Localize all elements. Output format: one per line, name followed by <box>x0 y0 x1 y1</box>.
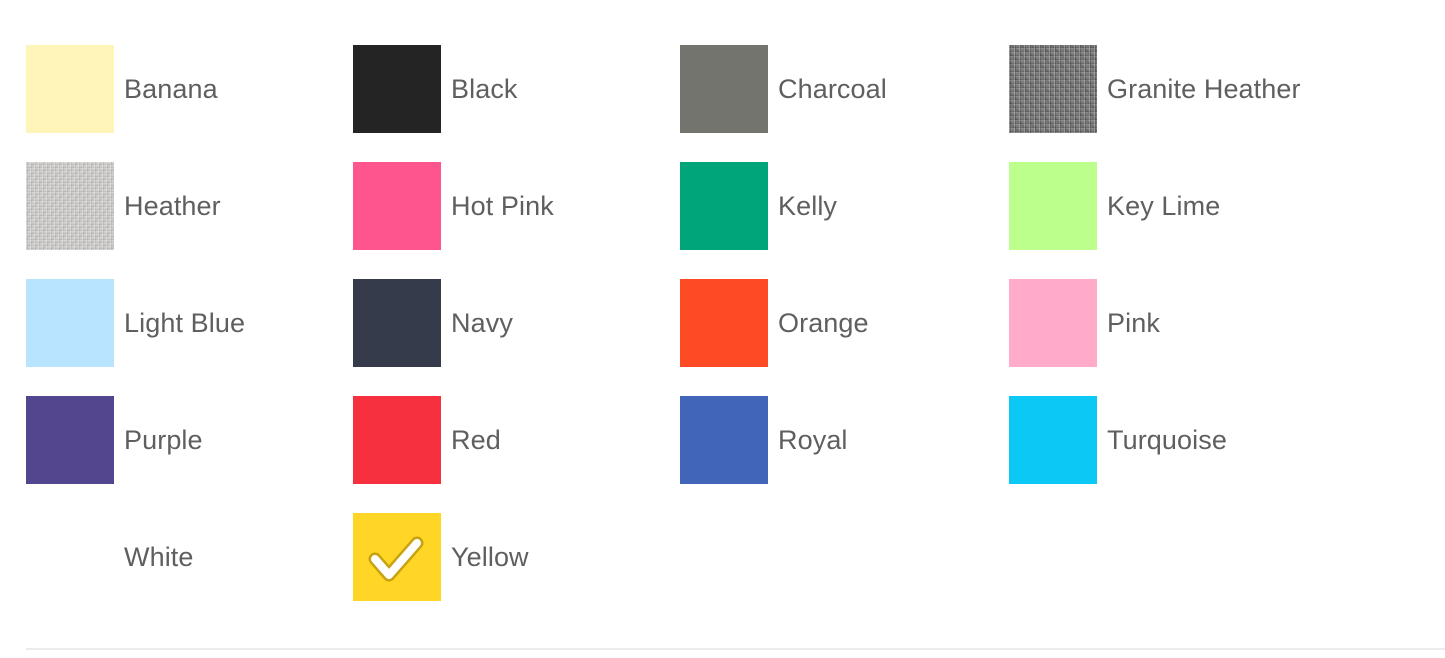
color-option-royal[interactable]: Royal <box>680 396 1009 484</box>
checkmark-icon <box>368 536 424 582</box>
color-swatch-kelly[interactable] <box>680 162 768 250</box>
color-label-charcoal: Charcoal <box>778 73 887 104</box>
color-swatch-charcoal[interactable] <box>680 45 768 133</box>
color-swatch-purple[interactable] <box>26 396 114 484</box>
color-option-turquoise[interactable]: Turquoise <box>1009 396 1309 484</box>
color-option-heather[interactable]: Heather <box>26 162 353 250</box>
color-swatch-red[interactable] <box>353 396 441 484</box>
color-label-yellow: Yellow <box>451 541 529 572</box>
color-swatch-granite-heather[interactable] <box>1009 45 1097 133</box>
color-label-purple: Purple <box>124 424 203 455</box>
color-option-granite-heather[interactable]: Granite Heather <box>1009 45 1309 133</box>
color-option-navy[interactable]: Navy <box>353 279 680 367</box>
color-label-granite-heather: Granite Heather <box>1107 73 1301 104</box>
color-option-black[interactable]: Black <box>353 45 680 133</box>
color-option-yellow[interactable]: Yellow <box>353 513 680 601</box>
color-label-white: White <box>124 541 194 572</box>
color-option-key-lime[interactable]: Key Lime <box>1009 162 1309 250</box>
color-swatch-pink[interactable] <box>1009 279 1097 367</box>
color-swatch-turquoise[interactable] <box>1009 396 1097 484</box>
color-option-white[interactable]: White <box>26 513 353 601</box>
color-label-orange: Orange <box>778 307 869 338</box>
color-swatch-white[interactable] <box>26 513 114 601</box>
color-swatch-orange[interactable] <box>680 279 768 367</box>
color-swatch-key-lime[interactable] <box>1009 162 1097 250</box>
color-swatch-grid: Banana Black Charcoal Granite Heather He… <box>26 45 1309 630</box>
color-option-charcoal[interactable]: Charcoal <box>680 45 1009 133</box>
color-label-black: Black <box>451 73 518 104</box>
color-option-pink[interactable]: Pink <box>1009 279 1309 367</box>
color-label-turquoise: Turquoise <box>1107 424 1227 455</box>
color-label-key-lime: Key Lime <box>1107 190 1221 221</box>
color-swatch-black[interactable] <box>353 45 441 133</box>
color-swatch-navy[interactable] <box>353 279 441 367</box>
color-label-light-blue: Light Blue <box>124 307 246 338</box>
color-label-kelly: Kelly <box>778 190 838 221</box>
color-swatch-banana[interactable] <box>26 45 114 133</box>
color-label-hot-pink: Hot Pink <box>451 190 554 221</box>
color-label-heather: Heather <box>124 190 221 221</box>
color-label-royal: Royal <box>778 424 848 455</box>
color-option-light-blue[interactable]: Light Blue <box>26 279 353 367</box>
color-label-pink: Pink <box>1107 307 1160 338</box>
color-label-navy: Navy <box>451 307 513 338</box>
color-option-hot-pink[interactable]: Hot Pink <box>353 162 680 250</box>
color-label-red: Red <box>451 424 501 455</box>
color-option-red[interactable]: Red <box>353 396 680 484</box>
color-swatch-royal[interactable] <box>680 396 768 484</box>
color-option-banana[interactable]: Banana <box>26 45 353 133</box>
color-swatch-hot-pink[interactable] <box>353 162 441 250</box>
color-swatch-yellow[interactable] <box>353 513 441 601</box>
section-divider <box>26 648 1445 650</box>
color-swatch-light-blue[interactable] <box>26 279 114 367</box>
color-option-purple[interactable]: Purple <box>26 396 353 484</box>
color-option-orange[interactable]: Orange <box>680 279 1009 367</box>
color-option-kelly[interactable]: Kelly <box>680 162 1009 250</box>
color-swatch-heather[interactable] <box>26 162 114 250</box>
color-label-banana: Banana <box>124 73 218 104</box>
